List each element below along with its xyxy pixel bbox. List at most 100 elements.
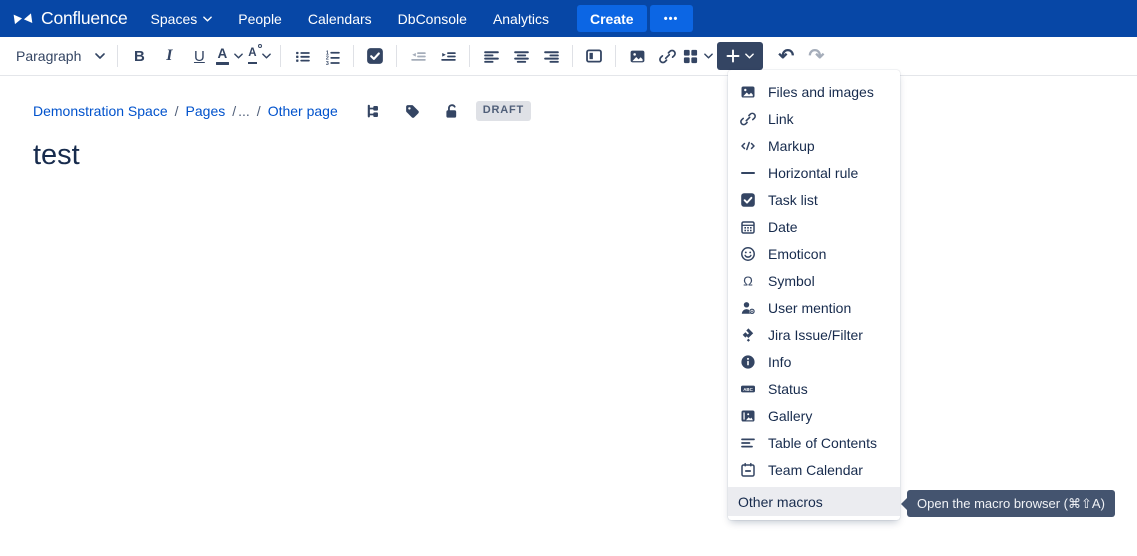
- more-formatting-button[interactable]: A: [244, 41, 274, 71]
- svg-text:Ω: Ω: [743, 273, 753, 288]
- menu-item-other-macros[interactable]: Other macros: [728, 488, 900, 516]
- page-title[interactable]: test: [33, 139, 1137, 172]
- editor-toolbar: Paragraph B I U A A 123: [0, 37, 1137, 76]
- align-center-button[interactable]: [506, 41, 536, 71]
- nav-dbconsole[interactable]: DbConsole: [385, 0, 480, 37]
- menu-item-link[interactable]: Link: [728, 105, 900, 132]
- chevron-down-icon: [234, 53, 243, 59]
- breadcrumb-ellipsis[interactable]: ...: [238, 103, 250, 119]
- tooltip-arrow: [901, 498, 907, 510]
- page-tree-button[interactable]: [362, 99, 386, 123]
- unlock-icon: [443, 103, 460, 120]
- outdent-icon: [410, 48, 427, 65]
- numbered-list-icon: 123: [324, 48, 341, 65]
- paragraph-style-select[interactable]: Paragraph: [10, 48, 111, 64]
- menu-item-markup[interactable]: Markup: [728, 132, 900, 159]
- editor-content: Demonstration Space / Pages / ... / Othe…: [0, 76, 1137, 172]
- brand-name: Confluence: [41, 8, 128, 29]
- breadcrumb-space-link[interactable]: Demonstration Space: [33, 103, 168, 119]
- text-color-button[interactable]: A: [214, 41, 244, 71]
- restrictions-button[interactable]: [440, 99, 464, 123]
- toolbar-divider: [572, 45, 573, 67]
- insert-image-button[interactable]: [622, 41, 652, 71]
- align-right-button[interactable]: [536, 41, 566, 71]
- breadcrumb: Demonstration Space / Pages / ... / Othe…: [33, 100, 1137, 122]
- insert-link-button[interactable]: [652, 41, 682, 71]
- chevron-down-icon: [704, 53, 713, 59]
- svg-text:ABC: ABC: [743, 386, 753, 391]
- status-icon: ABC: [740, 381, 756, 397]
- indent-button[interactable]: [433, 41, 463, 71]
- chevron-down-icon: [203, 16, 212, 22]
- files-and-images-icon: [740, 84, 756, 100]
- nav-people[interactable]: People: [225, 0, 295, 37]
- link-icon: [740, 111, 756, 127]
- menu-item-team-calendar[interactable]: Team Calendar: [728, 456, 900, 483]
- draft-status-badge: DRAFT: [476, 101, 531, 120]
- plus-icon: [726, 49, 740, 63]
- menu-item-files-and-images[interactable]: Files and images: [728, 78, 900, 105]
- align-left-icon: [483, 48, 500, 65]
- menu-item-table-of-contents[interactable]: Table of Contents: [728, 429, 900, 456]
- markup-icon: [740, 138, 756, 154]
- insert-link-icon: [659, 48, 676, 65]
- nav-analytics[interactable]: Analytics: [480, 0, 562, 37]
- insert-image-icon: [629, 48, 646, 65]
- chevron-down-icon: [95, 53, 105, 59]
- nav-calendars[interactable]: Calendars: [295, 0, 385, 37]
- menu-item-horizontal-rule[interactable]: Horizontal rule: [728, 159, 900, 186]
- label-tag-icon: [404, 103, 421, 120]
- text-color-icon: A: [216, 47, 229, 65]
- info-icon: [740, 354, 756, 370]
- toolbar-divider: [396, 45, 397, 67]
- align-right-icon: [543, 48, 560, 65]
- insert-table-icon: [682, 48, 699, 65]
- menu-item-symbol[interactable]: Ω Symbol: [728, 267, 900, 294]
- chevron-down-icon: [745, 53, 754, 59]
- confluence-logo-icon: [12, 8, 34, 30]
- table-of-contents-icon: [740, 435, 756, 451]
- bold-button[interactable]: B: [124, 41, 154, 71]
- menu-item-status[interactable]: ABC Status: [728, 375, 900, 402]
- symbol-omega-icon: Ω: [740, 273, 756, 289]
- top-navbar: Confluence Spaces People Calendars DbCon…: [0, 0, 1137, 37]
- macro-browser-tooltip: Open the macro browser (⌘⇧A): [907, 490, 1115, 517]
- labels-button[interactable]: [401, 99, 425, 123]
- underline-button[interactable]: U: [184, 41, 214, 71]
- menu-item-date[interactable]: Date: [728, 213, 900, 240]
- menu-item-task-list[interactable]: Task list: [728, 186, 900, 213]
- italic-button[interactable]: I: [154, 41, 184, 71]
- insert-more-button[interactable]: [717, 42, 763, 70]
- menu-item-jira-issue-filter[interactable]: Jira Issue/Filter: [728, 321, 900, 348]
- task-list-button[interactable]: [360, 41, 390, 71]
- align-left-button[interactable]: [476, 41, 506, 71]
- team-calendar-icon: [740, 462, 756, 478]
- chevron-down-icon: [262, 53, 271, 59]
- menu-item-gallery[interactable]: Gallery: [728, 402, 900, 429]
- undo-button[interactable]: ↶: [771, 41, 801, 71]
- insert-table-button[interactable]: [682, 41, 713, 71]
- gallery-icon: [740, 408, 756, 424]
- breadcrumb-current-link[interactable]: Other page: [268, 103, 338, 119]
- task-list-icon: [740, 192, 756, 208]
- menu-item-emoticon[interactable]: Emoticon: [728, 240, 900, 267]
- nav-spaces[interactable]: Spaces: [138, 0, 226, 37]
- horizontal-rule-icon: [740, 165, 756, 181]
- redo-button[interactable]: ↷: [801, 41, 831, 71]
- confluence-home-link[interactable]: Confluence: [12, 8, 128, 30]
- create-button[interactable]: Create: [577, 5, 647, 32]
- page-layout-button[interactable]: [579, 41, 609, 71]
- undo-icon: ↶: [778, 47, 794, 66]
- emoticon-icon: [740, 246, 756, 262]
- menu-item-info[interactable]: Info: [728, 348, 900, 375]
- task-list-icon: [366, 47, 384, 65]
- more-menu-button[interactable]: •••: [650, 5, 693, 32]
- bullet-list-button[interactable]: [287, 41, 317, 71]
- indent-icon: [440, 48, 457, 65]
- breadcrumb-pages-link[interactable]: Pages: [186, 103, 226, 119]
- page-layout-icon: [585, 47, 603, 65]
- menu-item-user-mention[interactable]: User mention: [728, 294, 900, 321]
- align-center-icon: [513, 48, 530, 65]
- outdent-button[interactable]: [403, 41, 433, 71]
- numbered-list-button[interactable]: 123: [317, 41, 347, 71]
